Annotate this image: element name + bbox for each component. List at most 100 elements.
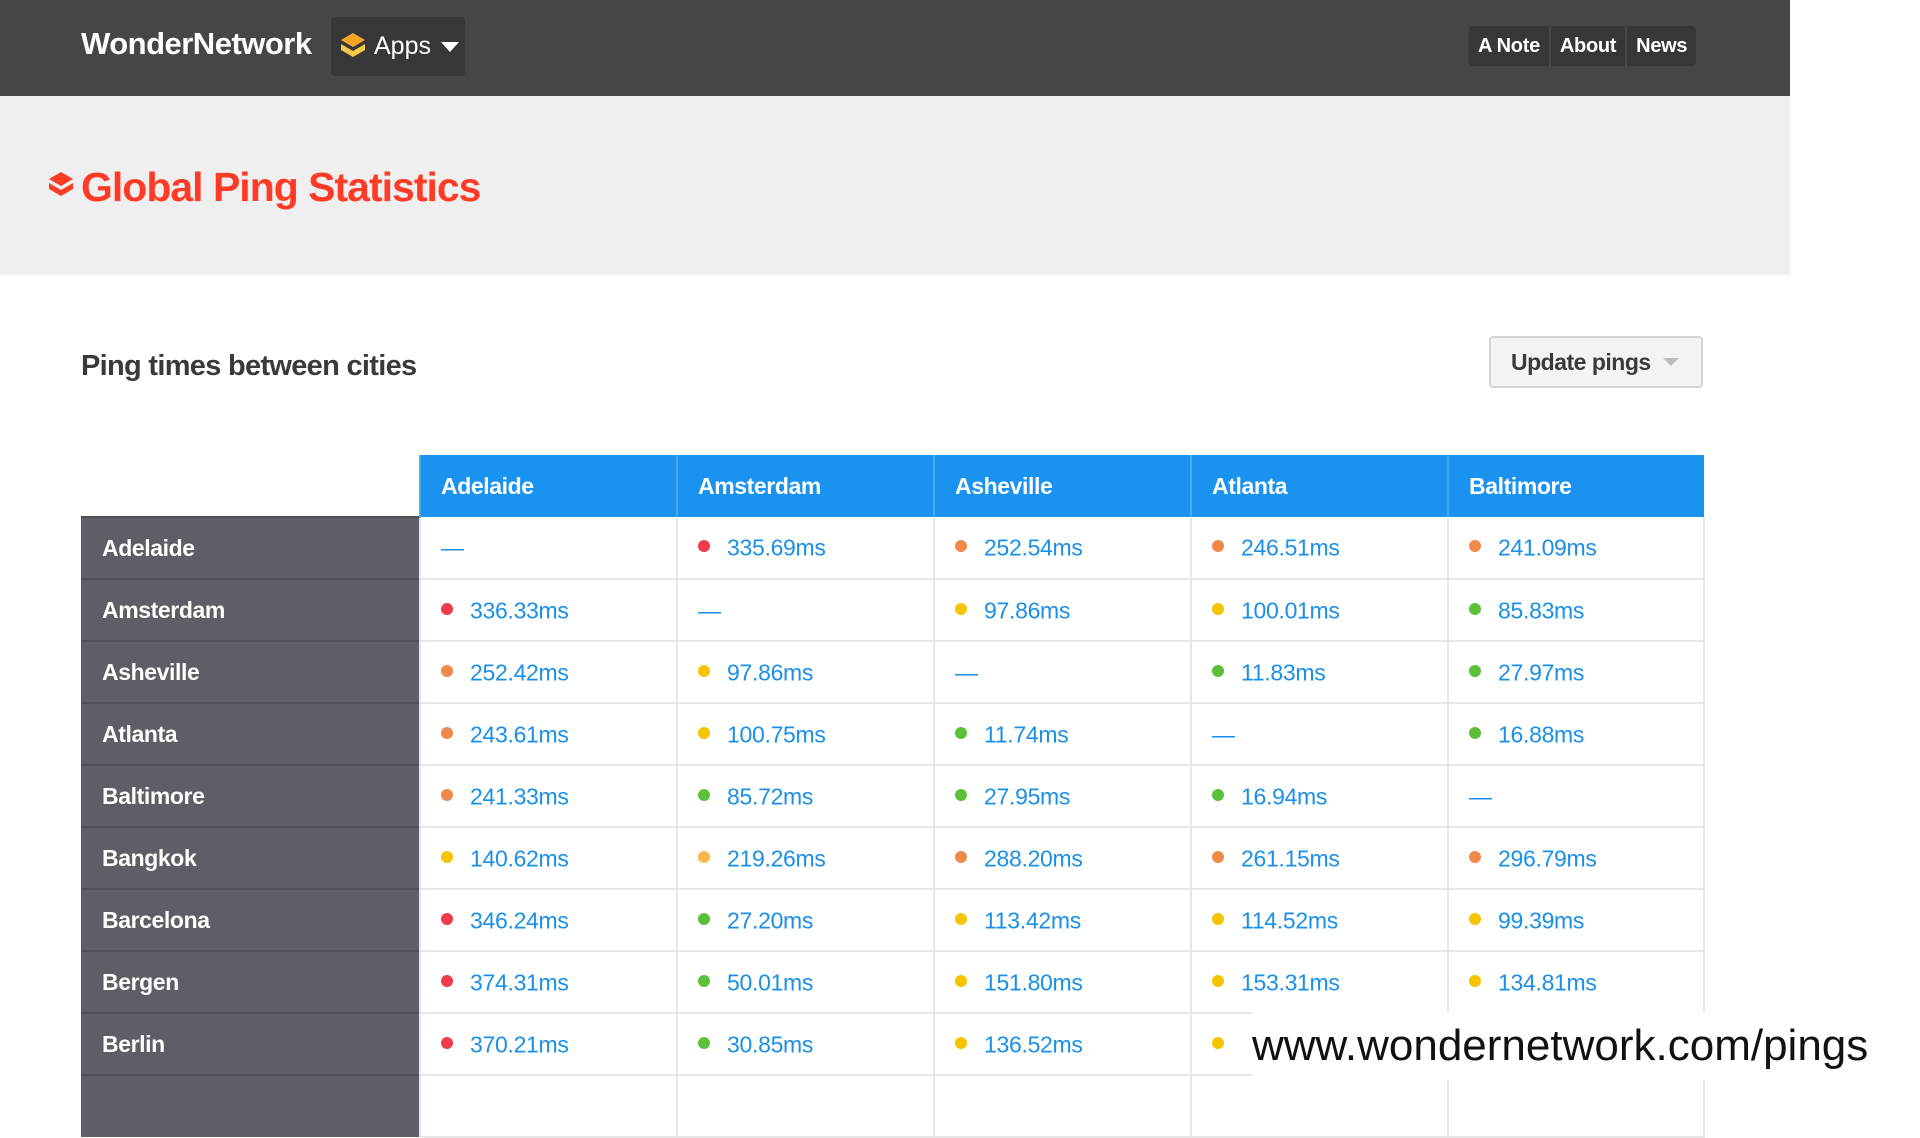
update-pings-button[interactable]: Update pings [1489, 336, 1703, 388]
ping-cell[interactable]: 27.97ms [1447, 641, 1705, 704]
ping-cell[interactable]: 241.33ms [419, 765, 677, 828]
column-header-adelaide[interactable]: Adelaide [419, 455, 677, 517]
ping-cell[interactable]: 85.83ms [1447, 579, 1705, 642]
ping-time-value: 27.97ms [1498, 659, 1585, 686]
page: WonderNetwork Apps A Note About News Glo… [0, 0, 1920, 1138]
ping-time-value: 97.86ms [727, 659, 814, 686]
ping-time-value: 261.15ms [1241, 845, 1340, 872]
status-dot-icon [955, 726, 967, 739]
ping-cell[interactable]: 336.33ms [419, 579, 677, 642]
ping-cell[interactable]: 335.69ms [676, 517, 934, 580]
no-value-dash: — [698, 597, 721, 624]
ping-time-value: 114.52ms [1241, 907, 1338, 934]
top-navbar: WonderNetwork Apps A Note About News [0, 0, 1790, 96]
ping-cell[interactable]: 252.54ms [933, 517, 1191, 580]
ping-cell[interactable]: 100.01ms [1190, 579, 1448, 642]
ping-cell[interactable]: 50.01ms [676, 951, 934, 1014]
ping-cell[interactable]: 151.80ms [933, 951, 1191, 1014]
no-value-dash: — [1469, 783, 1492, 810]
ping-time-value: 100.01ms [1241, 597, 1340, 624]
row-header-city[interactable]: Bangkok [81, 826, 420, 889]
ping-cell[interactable]: 11.83ms [1190, 641, 1448, 704]
ping-cell[interactable]: 288.20ms [933, 827, 1191, 890]
row-header-city[interactable]: Baltimore [81, 764, 420, 827]
ping-cell[interactable]: 85.72ms [676, 765, 934, 828]
ping-cell[interactable]: 252.42ms [419, 641, 677, 704]
ping-cell[interactable]: 241.09ms [1447, 517, 1705, 580]
nav-link-news[interactable]: News [1627, 26, 1696, 66]
status-dot-icon [1212, 912, 1224, 925]
status-dot-icon [1212, 1036, 1224, 1049]
url-caption: www.wondernetwork.com/pings [1252, 1012, 1920, 1080]
table-row: Atlanta 243.61ms 100.75ms 11.74ms — 16.88ms [81, 702, 1705, 766]
ping-cell[interactable]: 370.21ms [419, 1013, 677, 1076]
ping-cell[interactable]: 219.26ms [676, 827, 934, 890]
row-header-city[interactable]: Atlanta [81, 702, 420, 765]
ping-cell[interactable]: 246.51ms [1190, 517, 1448, 580]
ping-time-value: 219.26ms [727, 845, 826, 872]
ping-cell[interactable]: 134.81ms [1447, 951, 1705, 1014]
ping-cell[interactable]: 99.39ms [1447, 889, 1705, 952]
ping-cell [419, 1075, 677, 1138]
status-dot-icon [441, 602, 453, 615]
status-dot-icon [1469, 726, 1481, 739]
ping-cell[interactable]: 346.24ms [419, 889, 677, 952]
ping-cell[interactable]: 30.85ms [676, 1013, 934, 1076]
ping-cell[interactable]: 140.62ms [419, 827, 677, 890]
row-header-city[interactable]: Bergen [81, 950, 420, 1013]
page-title: Global Ping Statistics [81, 164, 481, 210]
ping-time-value: 335.69ms [727, 534, 826, 561]
ping-time-value: 134.81ms [1498, 969, 1597, 996]
chevron-down-icon [1662, 358, 1679, 366]
column-header-baltimore[interactable]: Baltimore [1447, 455, 1704, 517]
status-dot-icon [698, 788, 710, 801]
ping-cell[interactable]: 27.95ms [933, 765, 1191, 828]
ping-cell[interactable]: 97.86ms [933, 579, 1191, 642]
column-header-asheville[interactable]: Asheville [933, 455, 1191, 517]
ping-cell[interactable]: 100.75ms [676, 703, 934, 766]
ping-cell[interactable]: 153.31ms [1190, 951, 1448, 1014]
ping-time-value: 16.94ms [1241, 783, 1328, 810]
ping-time-value: 27.95ms [984, 783, 1071, 810]
ping-cell[interactable]: 27.20ms [676, 889, 934, 952]
ping-time-value: 151.80ms [984, 969, 1083, 996]
ping-cell[interactable]: 243.61ms [419, 703, 677, 766]
ping-cell[interactable]: 296.79ms [1447, 827, 1705, 890]
row-header-city[interactable]: Amsterdam [81, 578, 420, 641]
status-dot-icon [1469, 664, 1481, 677]
ping-cell[interactable]: 16.88ms [1447, 703, 1705, 766]
table-row: Adelaide — 335.69ms 252.54ms 246.51ms 241.09m… [81, 516, 1705, 580]
row-header-city[interactable]: Barcelona [81, 888, 420, 951]
ping-cell[interactable]: 16.94ms [1190, 765, 1448, 828]
apps-menu-button[interactable]: Apps [331, 17, 465, 76]
ping-cell [1190, 1075, 1448, 1138]
row-header-city[interactable]: Berlin [81, 1012, 420, 1075]
status-dot-icon [441, 850, 453, 863]
brand-logo[interactable]: WonderNetwork [81, 26, 312, 62]
row-header-city[interactable]: Adelaide [81, 516, 420, 579]
row-header-city[interactable]: Asheville [81, 640, 420, 703]
nav-link-about[interactable]: About [1551, 26, 1628, 66]
column-header-amsterdam[interactable]: Amsterdam [676, 455, 934, 517]
status-dot-icon [698, 912, 710, 925]
ping-cell[interactable]: 374.31ms [419, 951, 677, 1014]
section-title: Ping times between cities [81, 350, 417, 382]
ping-time-value: 288.20ms [984, 845, 1083, 872]
ping-time-value: 136.52ms [984, 1031, 1083, 1058]
ping-cell[interactable]: 261.15ms [1190, 827, 1448, 890]
table-row: Bergen 374.31ms 50.01ms 151.80ms 153.31ms 134… [81, 950, 1705, 1014]
ping-cell[interactable]: 97.86ms [676, 641, 934, 704]
ping-cell[interactable]: 113.42ms [933, 889, 1191, 952]
status-dot-icon [1469, 850, 1481, 863]
wondernetwork-logo-icon [49, 172, 73, 196]
nav-link-a-note[interactable]: A Note [1469, 26, 1551, 66]
ping-cell[interactable]: 136.52ms [933, 1013, 1191, 1076]
ping-cell: — [676, 579, 934, 642]
ping-cell[interactable]: 11.74ms [933, 703, 1191, 766]
row-header-city[interactable] [81, 1074, 420, 1137]
status-dot-icon [441, 912, 453, 925]
ping-time-value: 100.75ms [727, 721, 826, 748]
ping-cell[interactable]: 114.52ms [1190, 889, 1448, 952]
status-dot-icon [955, 1036, 967, 1049]
column-header-atlanta[interactable]: Atlanta [1190, 455, 1448, 517]
